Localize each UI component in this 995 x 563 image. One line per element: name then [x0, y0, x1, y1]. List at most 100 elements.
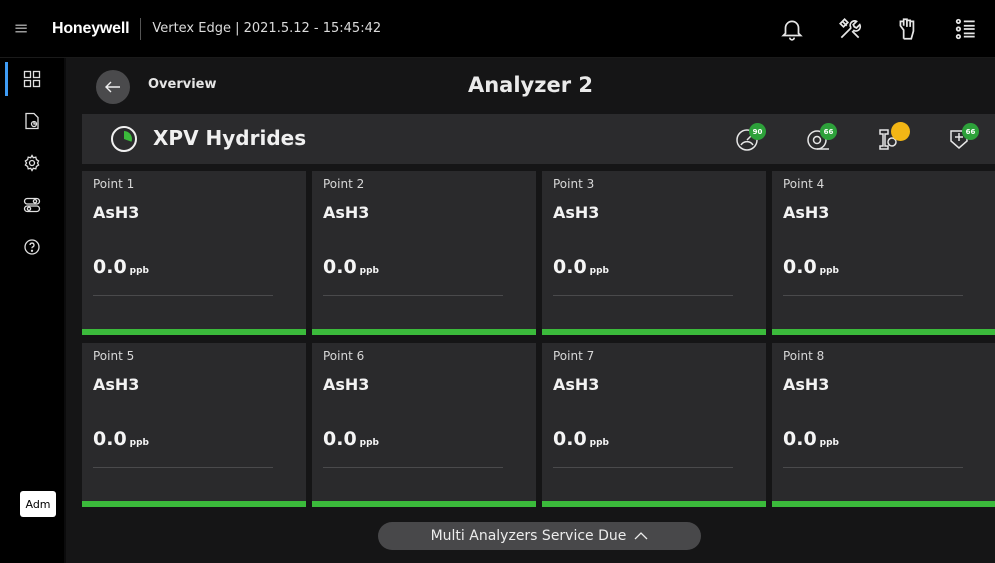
- reading-unit: ppb: [359, 266, 379, 276]
- divider: [140, 17, 142, 40]
- point-label: Point 7: [553, 349, 595, 363]
- divider: [323, 467, 503, 468]
- status-bar: [542, 501, 766, 507]
- help-icon: [24, 239, 40, 255]
- status-badge: 90: [749, 123, 766, 140]
- gas-name: AsH3: [553, 375, 600, 394]
- tape-status[interactable]: 66: [782, 114, 853, 164]
- bell-icon: [781, 20, 803, 41]
- reading-value: 0.0 ppb: [783, 428, 839, 450]
- point-label: Point 6: [323, 349, 365, 363]
- pump-status[interactable]: [853, 114, 924, 164]
- status-badge: 66: [820, 123, 837, 140]
- hamburger-menu-icon[interactable]: ≡: [0, 0, 42, 57]
- nav-help[interactable]: [0, 226, 64, 268]
- point-card[interactable]: Point 4 AsH3 0.0 ppb: [772, 171, 995, 335]
- analyzer-status-icon: [111, 126, 137, 152]
- status-bar: [82, 329, 306, 335]
- page-title: Analyzer 2: [467, 73, 593, 97]
- status-bar: [312, 501, 536, 507]
- analyzer-status-icons: 90 66 66: [711, 114, 995, 164]
- gas-name: AsH3: [93, 203, 140, 222]
- protection-button[interactable]: [879, 0, 937, 57]
- reading-unit: ppb: [129, 438, 149, 448]
- reading-value: 0.0 ppb: [553, 428, 609, 450]
- top-bar: ≡ Honeywell Vertex Edge | 2021.5.12 - 15…: [0, 0, 995, 58]
- divider: [553, 467, 733, 468]
- event-list-button[interactable]: [937, 0, 995, 57]
- report-icon: [25, 112, 39, 130]
- reading-value: 0.0 ppb: [93, 256, 149, 278]
- filter-status[interactable]: 66: [924, 114, 995, 164]
- reading-unit: ppb: [129, 266, 149, 276]
- reading-value: 0.0 ppb: [553, 256, 609, 278]
- nav-settings[interactable]: [0, 142, 64, 184]
- reading-value: 0.0 ppb: [783, 256, 839, 278]
- user-avatar[interactable]: Adm: [20, 491, 56, 517]
- point-label: Point 5: [93, 349, 135, 363]
- service-due-label: Multi Analyzers Service Due: [430, 528, 627, 544]
- gas-name: AsH3: [323, 203, 370, 222]
- reading-value: 0.0 ppb: [93, 428, 149, 450]
- glove-icon: [899, 17, 915, 40]
- divider: [553, 295, 733, 296]
- analyzer-bar: XPV Hydrides 90 66 66: [82, 114, 995, 164]
- brand-logo: Honeywell: [52, 19, 130, 37]
- reading-value: 0.0 ppb: [323, 428, 379, 450]
- point-card[interactable]: Point 3 AsH3 0.0 ppb: [542, 171, 766, 335]
- divider: [783, 467, 963, 468]
- gas-name: AsH3: [323, 375, 370, 394]
- list-icon: [955, 18, 975, 39]
- tools-icon: [839, 17, 862, 38]
- device-info: Vertex Edge | 2021.5.12 - 15:45:42: [152, 21, 382, 36]
- point-label: Point 8: [783, 349, 825, 363]
- nav-reports[interactable]: [0, 100, 64, 142]
- gas-name: AsH3: [553, 203, 600, 222]
- page-header: Overview Analyzer 2: [66, 58, 995, 114]
- nav-configuration[interactable]: [0, 184, 64, 226]
- status-bar: [772, 329, 995, 335]
- analyzer-name: XPV Hydrides: [153, 126, 307, 150]
- top-actions: [763, 0, 995, 57]
- point-card[interactable]: Point 2 AsH3 0.0 ppb: [312, 171, 536, 335]
- tools-button[interactable]: [821, 0, 879, 57]
- status-bar: [82, 501, 306, 507]
- point-card[interactable]: Point 5 AsH3 0.0 ppb: [82, 343, 306, 507]
- chevron-up-icon: [634, 532, 648, 540]
- gas-name: AsH3: [93, 375, 140, 394]
- point-label: Point 3: [553, 177, 595, 191]
- divider: [93, 295, 273, 296]
- point-card[interactable]: Point 1 AsH3 0.0 ppb: [82, 171, 306, 335]
- reading-unit: ppb: [359, 438, 379, 448]
- gas-name: AsH3: [783, 375, 830, 394]
- gauge-status[interactable]: 90: [711, 114, 782, 164]
- warning-badge: [891, 122, 910, 141]
- divider: [323, 295, 503, 296]
- reading-unit: ppb: [819, 266, 839, 276]
- status-bar: [542, 329, 766, 335]
- side-navigation: Adm: [0, 58, 64, 563]
- point-label: Point 4: [783, 177, 825, 191]
- point-label: Point 1: [93, 177, 135, 191]
- nav-dashboard[interactable]: [0, 58, 64, 100]
- point-card[interactable]: Point 6 AsH3 0.0 ppb: [312, 343, 536, 507]
- gas-name: AsH3: [783, 203, 830, 222]
- notifications-button[interactable]: [763, 0, 821, 57]
- point-label: Point 2: [323, 177, 365, 191]
- reading-unit: ppb: [819, 438, 839, 448]
- status-bar: [772, 501, 995, 507]
- point-card[interactable]: Point 7 AsH3 0.0 ppb: [542, 343, 766, 507]
- divider: [783, 295, 963, 296]
- dashboard-icon: [23, 70, 41, 88]
- settings-icon: [24, 154, 40, 172]
- status-badge: 66: [962, 123, 979, 140]
- divider: [93, 467, 273, 468]
- reading-unit: ppb: [589, 438, 609, 448]
- reading-unit: ppb: [589, 266, 609, 276]
- main-content: Overview Analyzer 2 XPV Hydrides 90 66 6…: [66, 58, 995, 563]
- status-bar: [312, 329, 536, 335]
- reading-value: 0.0 ppb: [323, 256, 379, 278]
- toggle-icon: [23, 197, 41, 213]
- point-card[interactable]: Point 8 AsH3 0.0 ppb: [772, 343, 995, 507]
- service-due-button[interactable]: Multi Analyzers Service Due: [378, 522, 701, 550]
